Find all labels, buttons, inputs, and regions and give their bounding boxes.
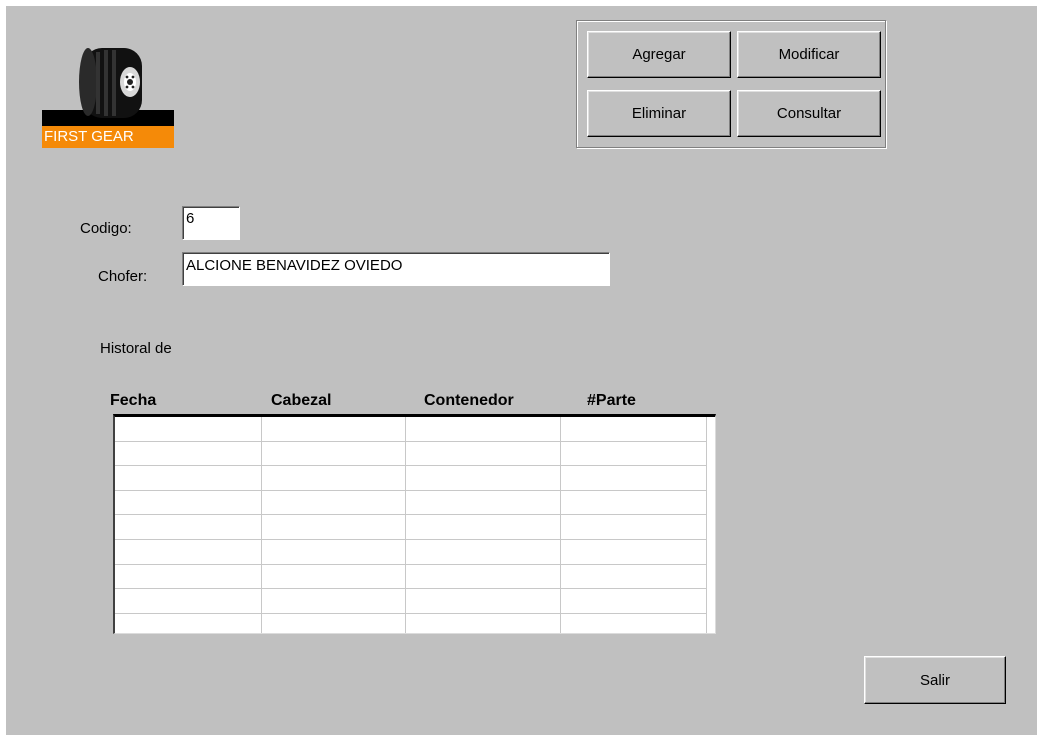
table-cell[interactable]	[115, 417, 262, 442]
column-header-parte: #Parte	[587, 392, 636, 409]
history-grid[interactable]	[113, 414, 716, 634]
table-cell[interactable]	[405, 490, 561, 516]
codigo-label: Codigo:	[80, 220, 132, 237]
table-cell[interactable]	[115, 465, 262, 491]
table-cell[interactable]	[115, 613, 262, 633]
table-cell[interactable]	[261, 539, 406, 565]
table-cell[interactable]	[560, 613, 707, 633]
table-cell[interactable]	[115, 539, 262, 565]
main-form: FIRST GEAR Agregar Modificar Eliminar Co…	[6, 6, 1037, 735]
table-row[interactable]	[115, 539, 707, 565]
table-cell[interactable]	[560, 564, 707, 590]
table-cell[interactable]	[405, 514, 561, 540]
table-cell[interactable]	[560, 465, 707, 491]
logo-text: FIRST GEAR	[42, 126, 174, 148]
chofer-field[interactable]: ALCIONE BENAVIDEZ OVIEDO	[182, 252, 610, 286]
table-row[interactable]	[115, 514, 707, 540]
table-cell[interactable]	[115, 588, 262, 614]
eliminar-button[interactable]: Eliminar	[587, 90, 731, 137]
table-row[interactable]	[115, 465, 707, 491]
table-cell[interactable]	[405, 588, 561, 614]
table-cell[interactable]	[261, 417, 406, 442]
table-cell[interactable]	[405, 539, 561, 565]
history-table	[115, 417, 707, 633]
table-cell[interactable]	[560, 588, 707, 614]
tire-icon	[42, 48, 174, 126]
table-cell[interactable]	[261, 441, 406, 467]
table-cell[interactable]	[261, 564, 406, 590]
table-row[interactable]	[115, 613, 707, 633]
table-row[interactable]	[115, 441, 707, 467]
table-cell[interactable]	[560, 417, 707, 442]
table-cell[interactable]	[560, 539, 707, 565]
table-cell[interactable]	[405, 441, 561, 467]
table-row[interactable]	[115, 417, 707, 442]
table-cell[interactable]	[261, 514, 406, 540]
table-cell[interactable]	[261, 588, 406, 614]
table-cell[interactable]	[405, 465, 561, 491]
table-row[interactable]	[115, 490, 707, 516]
table-cell[interactable]	[115, 514, 262, 540]
column-header-contenedor: Contenedor	[424, 392, 514, 409]
table-cell[interactable]	[261, 465, 406, 491]
action-button-group: Agregar Modificar Eliminar Consultar	[576, 20, 886, 148]
first-gear-logo: FIRST GEAR	[42, 48, 174, 152]
table-cell[interactable]	[115, 441, 262, 467]
table-cell[interactable]	[261, 613, 406, 633]
agregar-button[interactable]: Agregar	[587, 31, 731, 78]
chofer-label: Chofer:	[98, 268, 148, 285]
table-cell[interactable]	[560, 441, 707, 467]
table-cell[interactable]	[405, 564, 561, 590]
table-row[interactable]	[115, 588, 707, 614]
salir-button[interactable]: Salir	[864, 656, 1006, 704]
table-cell[interactable]	[405, 417, 561, 442]
table-cell[interactable]	[560, 490, 707, 516]
consultar-button[interactable]: Consultar	[737, 90, 881, 137]
table-cell[interactable]	[261, 490, 406, 516]
history-title: Historal de	[100, 340, 172, 357]
table-row[interactable]	[115, 564, 707, 590]
column-header-fecha: Fecha	[110, 392, 157, 409]
modificar-button[interactable]: Modificar	[737, 31, 881, 78]
table-cell[interactable]	[405, 613, 561, 633]
table-cell[interactable]	[115, 564, 262, 590]
column-header-cabezal: Cabezal	[271, 392, 332, 409]
codigo-field[interactable]: 6	[182, 206, 240, 240]
table-cell[interactable]	[560, 514, 707, 540]
table-cell[interactable]	[115, 490, 262, 516]
